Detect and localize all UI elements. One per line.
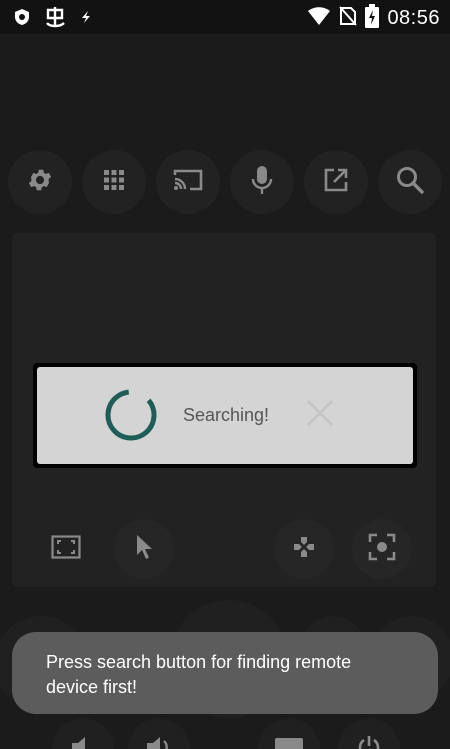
- power-icon: [356, 734, 382, 749]
- dialog-message: Searching!: [183, 405, 270, 425]
- cursor-icon: [134, 533, 154, 566]
- gamepad-button[interactable]: [274, 519, 334, 579]
- shield-icon: [14, 8, 30, 31]
- search-button[interactable]: [378, 150, 442, 214]
- cast-icon: [172, 167, 204, 198]
- cursor-button[interactable]: [114, 519, 174, 579]
- no-sim-icon: [339, 6, 358, 31]
- fullscreen-button[interactable]: [36, 519, 96, 579]
- status-bar: 08:56: [0, 0, 450, 34]
- settings-icon: [26, 166, 54, 199]
- screenshot-icon: [368, 533, 396, 566]
- status-time: 08:56: [387, 7, 440, 29]
- grid-icon: [102, 168, 126, 197]
- mic-icon: [251, 165, 273, 200]
- keyboard-icon: [274, 737, 304, 749]
- open-external-icon: [323, 167, 349, 198]
- volume-up-icon: [144, 735, 174, 749]
- power-button[interactable]: [338, 718, 400, 749]
- toast-message: Press search button for finding remote d…: [12, 632, 438, 714]
- mic-button[interactable]: [230, 150, 294, 214]
- ghost-app-icon: [44, 6, 66, 33]
- settings-button[interactable]: [8, 150, 72, 214]
- keyboard-button[interactable]: [258, 718, 320, 749]
- wifi-icon: [307, 6, 331, 31]
- volume-down-icon: [69, 735, 97, 749]
- search-icon: [395, 165, 425, 200]
- searching-dialog: Searching!: [37, 367, 413, 464]
- volume-up-button[interactable]: [128, 718, 190, 749]
- lightning-icon: [80, 10, 92, 29]
- fullscreen-icon: [51, 534, 81, 564]
- open-external-button[interactable]: [304, 150, 368, 214]
- loading-spinner-icon: [103, 387, 159, 448]
- volume-down-button[interactable]: [52, 718, 114, 749]
- toolbar: [8, 150, 442, 214]
- apps-grid-button[interactable]: [82, 150, 146, 214]
- battery-charging-icon: [365, 4, 380, 33]
- gamepad-icon: [292, 535, 316, 564]
- close-icon[interactable]: [305, 398, 335, 433]
- screenshot-button[interactable]: [352, 519, 412, 579]
- cast-button[interactable]: [156, 150, 220, 214]
